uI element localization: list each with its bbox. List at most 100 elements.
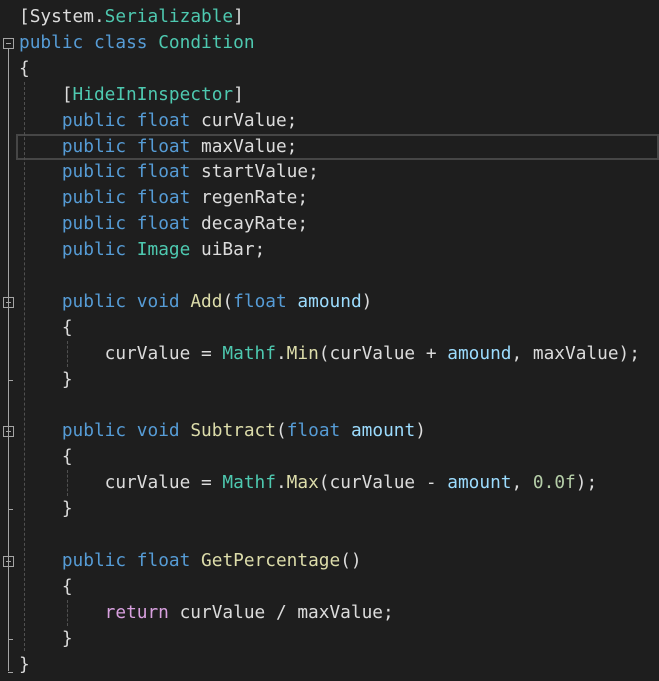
code-token: amount: [350, 420, 416, 442]
code-text: {: [19, 574, 73, 600]
code-text: {: [19, 315, 73, 341]
code-token: curValue =: [19, 472, 223, 494]
code-text: [HideInInspector]: [19, 82, 244, 108]
code-line[interactable]: public float maxValue;: [16, 133, 659, 160]
code-token: {: [19, 316, 73, 338]
code-line[interactable]: [System.Serializable]: [0, 4, 659, 30]
code-line[interactable]: {: [0, 444, 659, 470]
collapse-icon[interactable]: [3, 37, 14, 49]
code-text: public float regenRate;: [19, 185, 308, 211]
code-text: }: [19, 652, 30, 678]
code-line[interactable]: return curValue / maxValue;: [0, 600, 659, 626]
code-text: public void Subtract(float amount): [19, 418, 426, 444]
code-line[interactable]: curValue = Mathf.Max(curValue - amount, …: [0, 470, 659, 496]
code-token: );: [575, 472, 598, 494]
code-line[interactable]: [0, 393, 659, 419]
outline-end: [8, 638, 13, 640]
code-line[interactable]: public float curValue;: [0, 108, 659, 134]
code-line[interactable]: [HideInInspector]: [0, 82, 659, 108]
code-line[interactable]: public float startValue;: [0, 159, 659, 185]
code-line[interactable]: public void Subtract(float amount): [0, 418, 659, 444]
code-line[interactable]: [0, 263, 659, 289]
code-line[interactable]: }: [0, 496, 659, 522]
code-editor[interactable]: [System.Serializable] public class Condit…: [0, 0, 659, 681]
code-token: ]: [233, 6, 244, 27]
code-line[interactable]: curValue = Mathf.Min(curValue + amound, …: [0, 341, 659, 367]
code-token: void: [136, 290, 180, 312]
code-text: {: [19, 444, 73, 470]
code-token: Condition: [158, 31, 255, 53]
code-token: , maxValue);: [511, 342, 640, 364]
code-line[interactable]: {: [0, 56, 659, 82]
code-token: float: [136, 187, 191, 209]
code-token: HideInInspector: [72, 83, 234, 105]
code-token: uiBar;: [190, 239, 266, 261]
code-token: Mathf: [222, 342, 276, 364]
code-line[interactable]: public float GetPercentage(): [0, 548, 659, 574]
code-text: curValue = Mathf.Max(curValue - amount, …: [19, 470, 598, 496]
code-line[interactable]: {: [0, 315, 659, 341]
code-text: }: [19, 626, 73, 652]
code-token: [: [19, 6, 30, 27]
code-token: regenRate;: [190, 187, 309, 209]
indent-guide: [67, 599, 68, 626]
code-token: Max: [286, 472, 319, 494]
code-token: public: [61, 109, 127, 131]
code-token: (: [275, 420, 287, 442]
code-token: {: [19, 57, 30, 79]
code-line[interactable]: public float decayRate;: [0, 211, 659, 237]
code-token: (: [222, 290, 234, 312]
code-token: .: [275, 342, 287, 364]
code-token: public: [61, 239, 127, 261]
code-line[interactable]: public Image uiBar;: [0, 237, 659, 263]
code-line[interactable]: public class Condition: [0, 30, 659, 56]
code-text: curValue = Mathf.Min(curValue + amound, …: [19, 341, 640, 367]
code-token: public: [61, 187, 127, 209]
outline-line: [8, 566, 9, 639]
code-token: (curValue +: [318, 342, 448, 364]
code-line[interactable]: [0, 522, 659, 548]
code-token: }: [19, 368, 73, 390]
code-token: ): [415, 420, 426, 442]
code-text: public float GetPercentage(): [19, 548, 362, 574]
code-text: public void Add(float amound): [19, 289, 373, 315]
code-text: public float maxValue;: [19, 134, 298, 160]
code-token: ,: [511, 472, 533, 494]
code-line[interactable]: }: [0, 652, 659, 678]
indent-guide: [67, 470, 68, 497]
indent-guide: [67, 340, 68, 367]
code-line[interactable]: }: [0, 626, 659, 652]
code-token: .: [93, 6, 105, 27]
code-token: Image: [136, 239, 191, 261]
outline-end: [8, 671, 13, 673]
outline-line: [8, 307, 9, 380]
code-token: .: [275, 472, 287, 494]
code-line[interactable]: {: [0, 574, 659, 600]
code-line[interactable]: public void Add(float amound): [0, 289, 659, 315]
code-token: public: [61, 213, 127, 235]
code-line[interactable]: public float regenRate;: [0, 185, 659, 211]
outline-end: [8, 509, 13, 511]
outline-line: [8, 437, 9, 510]
code-token: System: [29, 6, 94, 27]
code-text: public class Condition: [19, 30, 255, 56]
code-token: decayRate;: [190, 213, 309, 235]
code-token: return: [104, 601, 169, 623]
code-token: Serializable: [104, 6, 234, 27]
code-line[interactable]: }: [0, 367, 659, 393]
code-token: amound: [297, 290, 362, 312]
code-token: [: [19, 83, 73, 105]
code-token: class: [93, 31, 148, 53]
